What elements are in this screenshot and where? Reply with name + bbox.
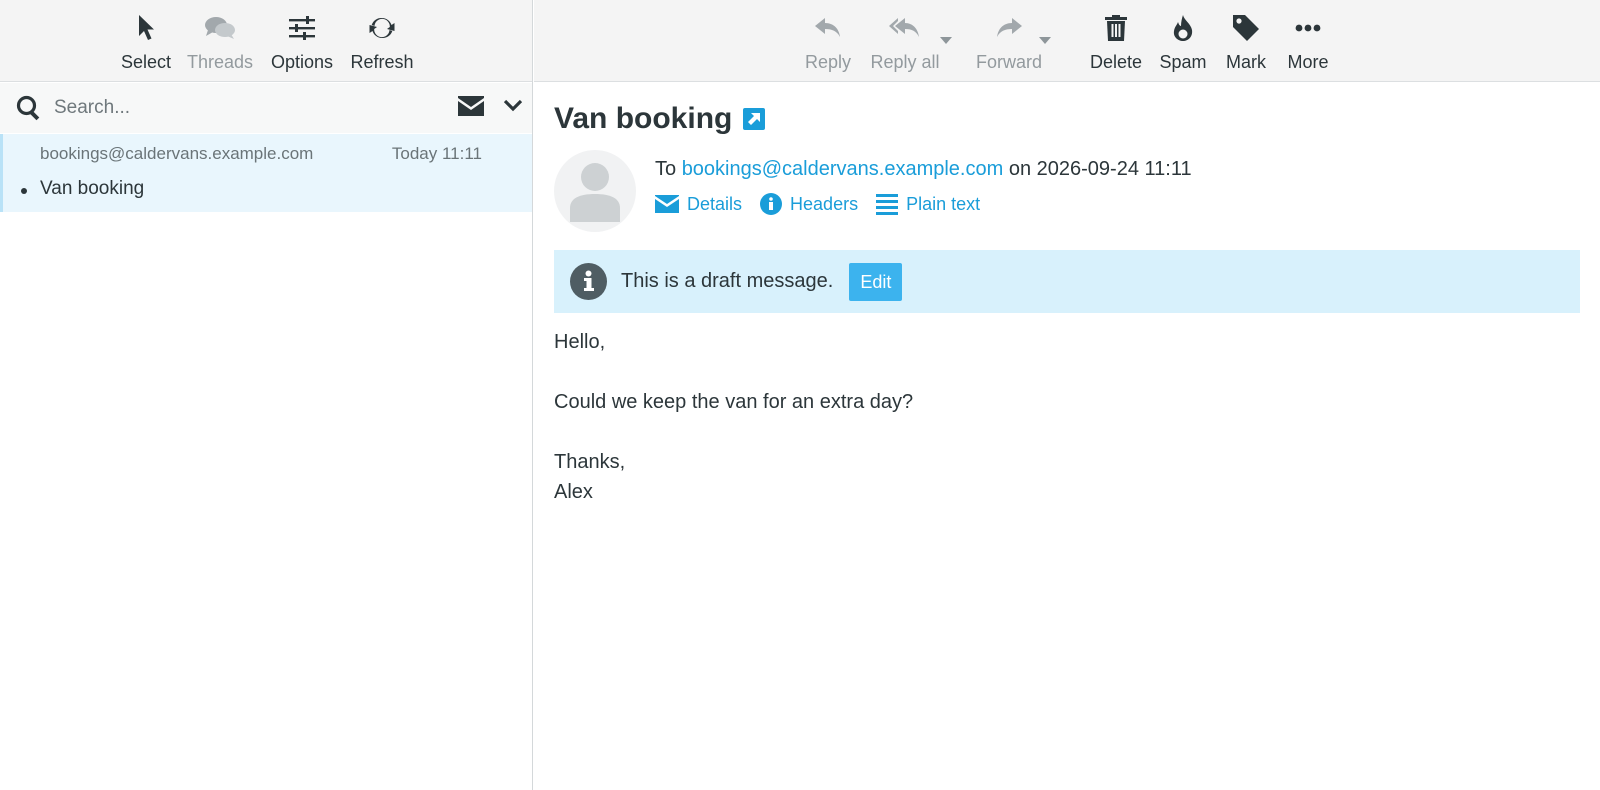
page-title: Van booking (554, 102, 733, 135)
forward-label: Forward (975, 52, 1042, 72)
search-input[interactable] (54, 97, 434, 119)
message-view-pane: Reply Reply all Forward Delete Spam Mark… (534, 0, 1600, 790)
refresh-icon (368, 10, 396, 46)
tag-icon (1232, 10, 1260, 46)
spam-label: Spam (1159, 52, 1207, 72)
chevron-down-icon[interactable] (503, 98, 523, 117)
ellipsis-icon (1295, 10, 1321, 46)
reply-button[interactable]: Reply (798, 0, 858, 82)
header-links: Details Headers Plain text (655, 193, 998, 215)
message-subject: Van booking (40, 178, 145, 199)
forward-caret-icon[interactable] (1039, 37, 1051, 44)
more-label: More (1287, 52, 1329, 72)
select-label: Select (120, 52, 172, 72)
draft-notice: This is a draft message. Edit (554, 250, 1580, 313)
options-label: Options (270, 52, 334, 72)
body-greeting: Hello, (554, 331, 606, 353)
reply-label: Reply (804, 52, 852, 72)
open-external-icon[interactable] (743, 107, 766, 135)
delete-label: Delete (1089, 52, 1143, 72)
info-circle-icon (760, 193, 783, 215)
message-date: Today 11:11 (391, 144, 482, 163)
spam-button[interactable]: Spam (1153, 0, 1213, 82)
reply-icon (814, 10, 842, 46)
forward-icon (995, 10, 1023, 46)
recipient-line: To bookings@caldervans.example.com on 20… (655, 158, 1192, 181)
search-icon (4, 95, 54, 121)
mark-button[interactable]: Mark (1220, 0, 1272, 82)
reply-all-caret-icon[interactable] (940, 37, 952, 44)
person-icon (570, 163, 620, 222)
details-label: Details (687, 193, 743, 214)
list-item[interactable]: bookings@caldervans.example.com Today 11… (0, 134, 532, 212)
message-body: Hello, Could we keep the van for an extr… (554, 327, 913, 507)
on-word: on (1008, 158, 1032, 180)
message-toolbar: Reply Reply all Forward Delete Spam Mark… (534, 0, 1600, 82)
body-line: Could we keep the van for an extra day? (554, 391, 914, 413)
lines-icon (876, 194, 899, 215)
reply-all-icon (889, 10, 921, 46)
fire-icon (1171, 10, 1195, 46)
envelope-icon (655, 195, 679, 213)
refresh-label: Refresh (350, 52, 414, 72)
unread-dot-icon (21, 188, 27, 194)
delete-button[interactable]: Delete (1086, 0, 1146, 82)
more-button[interactable]: More (1283, 0, 1333, 82)
message-header: Van booking (554, 102, 766, 136)
message-list-pane: Select Threads Options Refresh Search...… (0, 0, 533, 790)
details-link[interactable]: Details (655, 194, 742, 215)
message-timestamp: 2026-09-24 11:11 (1036, 158, 1192, 180)
message-sender: bookings@caldervans.example.com (40, 144, 314, 163)
threads-label: Threads (186, 52, 254, 72)
info-circle-icon (570, 263, 607, 300)
body-signoff: Thanks, (554, 451, 626, 473)
plain-text-link[interactable]: Plain text (876, 193, 980, 215)
to-prefix: To (655, 158, 677, 180)
reply-all-button[interactable]: Reply all (863, 0, 947, 82)
avatar (554, 150, 636, 232)
body-signature: Alex (554, 481, 593, 503)
mark-label: Mark (1226, 52, 1266, 72)
select-button[interactable]: Select (118, 0, 174, 82)
headers-label: Headers (790, 193, 859, 214)
sliders-icon (288, 10, 316, 46)
headers-link[interactable]: Headers (760, 193, 858, 215)
envelope-icon[interactable] (458, 96, 484, 121)
trash-icon (1105, 10, 1127, 46)
search-bar (0, 83, 532, 133)
chat-bubbles-icon (204, 10, 236, 46)
reply-all-label: Reply all (870, 52, 940, 72)
list-toolbar: Select Threads Options Refresh (0, 0, 532, 82)
edit-button[interactable]: Edit (849, 262, 903, 301)
refresh-button[interactable]: Refresh (350, 0, 414, 82)
draft-notice-text: This is a draft message. (621, 270, 834, 292)
threads-button[interactable]: Threads (186, 0, 254, 82)
cursor-icon (136, 10, 156, 46)
recipient-link[interactable]: bookings@caldervans.example.com (682, 158, 1004, 180)
plain-text-label: Plain text (906, 193, 981, 214)
options-button[interactable]: Options (270, 0, 334, 82)
